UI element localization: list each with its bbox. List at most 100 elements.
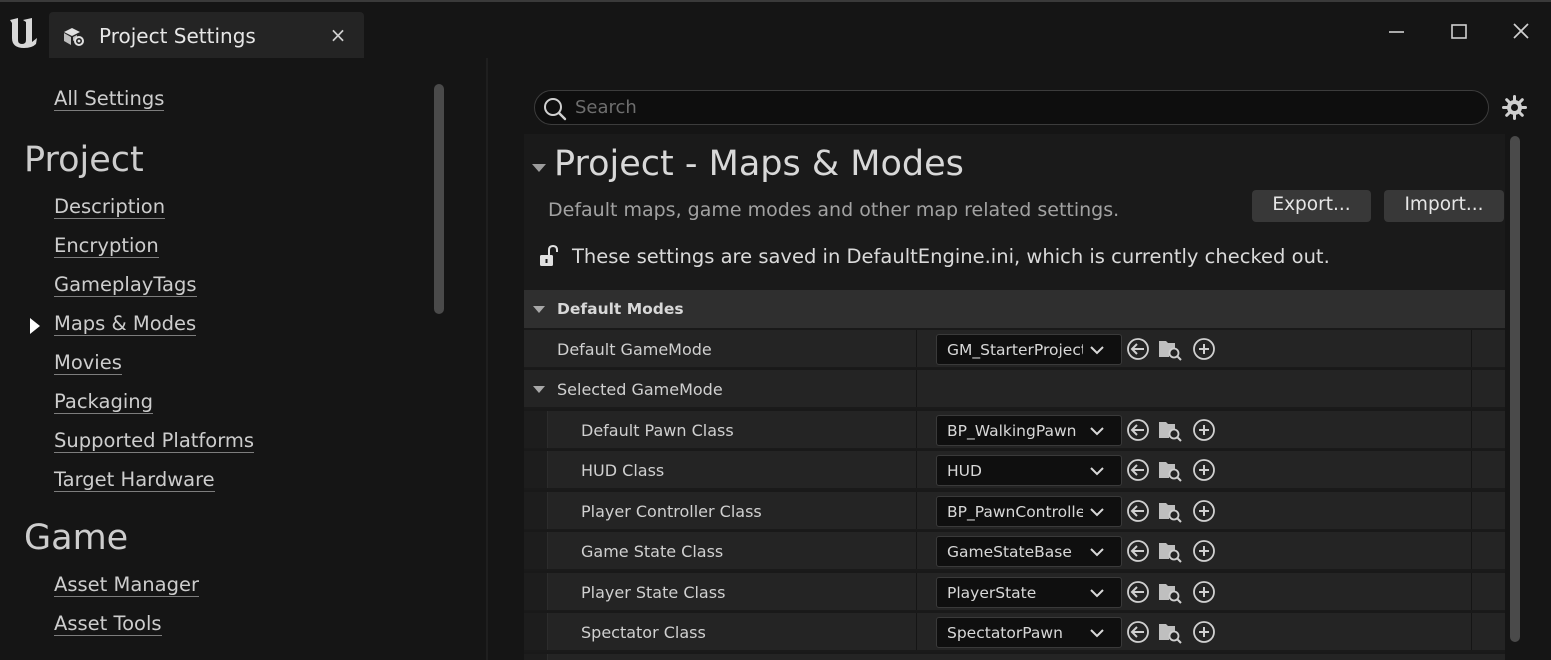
gamemode-combo[interactable]: GM_StarterProject xyxy=(936,334,1122,365)
class-combo[interactable]: SpectatorPawn xyxy=(936,617,1122,648)
browse-folder-icon[interactable] xyxy=(1158,337,1182,361)
browse-folder-icon[interactable] xyxy=(1158,580,1182,604)
chevron-down-icon xyxy=(1090,589,1104,598)
column-splitter[interactable] xyxy=(916,411,917,448)
chevron-down-icon xyxy=(1090,508,1104,517)
back-arrow-icon[interactable] xyxy=(1126,458,1150,482)
combo-value: BP_PawnController xyxy=(947,503,1083,521)
combo-value: GM_StarterProject xyxy=(947,341,1083,359)
combo-value: HUD xyxy=(947,462,982,480)
property-label: Spectator Class xyxy=(581,623,706,642)
category-label: Default Modes xyxy=(557,300,684,318)
add-icon[interactable] xyxy=(1192,580,1216,604)
column-splitter xyxy=(1471,370,1472,407)
property-row-selected-gamemode[interactable]: Selected GameMode xyxy=(524,368,1505,407)
sidebar-item-asset-tools[interactable]: Asset Tools xyxy=(54,613,162,636)
property-row-default-pawn-class: Default Pawn Class BP_WalkingPawn xyxy=(524,409,1505,448)
section-collapse-icon[interactable] xyxy=(532,164,546,172)
project-settings-icon xyxy=(64,28,84,46)
property-row-spectator-class: Spectator Class SpectatorPawn xyxy=(524,611,1505,650)
category-collapse-icon[interactable] xyxy=(533,306,545,313)
column-splitter[interactable] xyxy=(916,573,917,610)
add-icon[interactable] xyxy=(1192,458,1216,482)
column-splitter xyxy=(1471,330,1472,367)
sidebar-item-maps-modes[interactable]: Maps & Modes xyxy=(54,313,197,336)
column-splitter xyxy=(1471,573,1472,610)
column-splitter[interactable] xyxy=(916,532,917,569)
combo-value: SpectatorPawn xyxy=(947,624,1063,642)
column-splitter xyxy=(1471,411,1472,448)
browse-folder-icon[interactable] xyxy=(1158,539,1182,563)
add-icon[interactable] xyxy=(1192,620,1216,644)
close-tab-button[interactable]: × xyxy=(327,23,349,47)
sidebar-item-encryption[interactable]: Encryption xyxy=(54,235,159,258)
column-splitter xyxy=(1471,492,1472,529)
property-row-player-controller-class: Player Controller Class BP_PawnControlle… xyxy=(524,490,1505,529)
class-combo[interactable]: PlayerState xyxy=(936,577,1122,608)
minimize-window-button[interactable] xyxy=(1380,16,1414,46)
sidebar-item-packaging[interactable]: Packaging xyxy=(54,391,153,414)
back-arrow-icon[interactable] xyxy=(1126,539,1150,563)
section-description: Default maps, game modes and other map r… xyxy=(548,199,1120,221)
browse-folder-icon[interactable] xyxy=(1158,499,1182,523)
property-row-player-state-class: Player State Class PlayerState xyxy=(524,571,1505,610)
column-splitter[interactable] xyxy=(916,370,917,407)
property-row-default-gamemode: Default GameMode GM_StarterProject xyxy=(524,328,1505,367)
import-button[interactable]: Import... xyxy=(1384,190,1504,222)
maximize-window-button[interactable] xyxy=(1442,16,1476,46)
row-indent xyxy=(524,451,548,488)
title-bar: Project Settings × xyxy=(0,0,1551,59)
back-arrow-icon[interactable] xyxy=(1126,418,1150,442)
property-label: Game State Class xyxy=(581,542,724,561)
add-icon[interactable] xyxy=(1192,337,1216,361)
back-arrow-icon[interactable] xyxy=(1126,337,1150,361)
sidebar-item-gameplaytags[interactable]: GameplayTags xyxy=(54,274,197,297)
column-splitter[interactable] xyxy=(916,330,917,367)
property-row-next xyxy=(524,652,1505,660)
back-arrow-icon[interactable] xyxy=(1126,620,1150,644)
export-button[interactable]: Export... xyxy=(1252,190,1371,222)
property-label: HUD Class xyxy=(581,461,665,480)
sidebar-item-asset-manager[interactable]: Asset Manager xyxy=(54,574,199,597)
column-splitter[interactable] xyxy=(916,492,917,529)
add-icon[interactable] xyxy=(1192,539,1216,563)
search-box[interactable] xyxy=(534,90,1489,125)
property-label: Default GameMode xyxy=(557,340,712,359)
add-icon[interactable] xyxy=(1192,499,1216,523)
sidebar-item-target-hardware[interactable]: Target Hardware xyxy=(54,469,215,492)
category-default-modes[interactable]: Default Modes xyxy=(524,290,1505,328)
column-splitter[interactable] xyxy=(916,613,917,650)
sidebar-item-all-settings[interactable]: All Settings xyxy=(54,88,165,111)
class-combo[interactable]: BP_WalkingPawn xyxy=(936,415,1122,446)
chevron-down-icon xyxy=(1090,427,1104,436)
back-arrow-icon[interactable] xyxy=(1126,499,1150,523)
class-combo[interactable]: GameStateBase xyxy=(936,536,1122,567)
column-splitter xyxy=(1471,613,1472,650)
config-file-note: These settings are saved in DefaultEngin… xyxy=(572,245,1330,268)
chevron-down-icon xyxy=(1090,467,1104,476)
back-arrow-icon[interactable] xyxy=(1126,580,1150,604)
tab-title: Project Settings xyxy=(99,24,256,48)
sidebar-scrollbar[interactable] xyxy=(434,84,444,314)
add-icon[interactable] xyxy=(1192,418,1216,442)
browse-folder-icon[interactable] xyxy=(1158,458,1182,482)
chevron-down-icon xyxy=(1090,629,1104,638)
sidebar-item-supported-platforms[interactable]: Supported Platforms xyxy=(54,430,255,453)
column-splitter[interactable] xyxy=(916,451,917,488)
class-combo[interactable]: BP_PawnController xyxy=(936,496,1122,527)
row-indent xyxy=(524,573,548,610)
project-settings-tab[interactable]: Project Settings × xyxy=(49,12,364,59)
search-input[interactable] xyxy=(575,94,1475,121)
unreal-logo-icon[interactable] xyxy=(6,14,42,50)
close-window-button[interactable] xyxy=(1504,16,1538,46)
class-combo[interactable]: HUD xyxy=(936,455,1122,486)
browse-folder-icon[interactable] xyxy=(1158,418,1182,442)
group-collapse-icon[interactable] xyxy=(533,386,545,393)
panel-scrollbar[interactable] xyxy=(1510,136,1520,642)
gear-icon[interactable] xyxy=(1501,94,1528,121)
combo-value: BP_WalkingPawn xyxy=(947,422,1077,440)
browse-folder-icon[interactable] xyxy=(1158,620,1182,644)
row-indent xyxy=(524,613,548,650)
sidebar-item-description[interactable]: Description xyxy=(54,196,166,219)
sidebar-item-movies[interactable]: Movies xyxy=(54,352,122,375)
